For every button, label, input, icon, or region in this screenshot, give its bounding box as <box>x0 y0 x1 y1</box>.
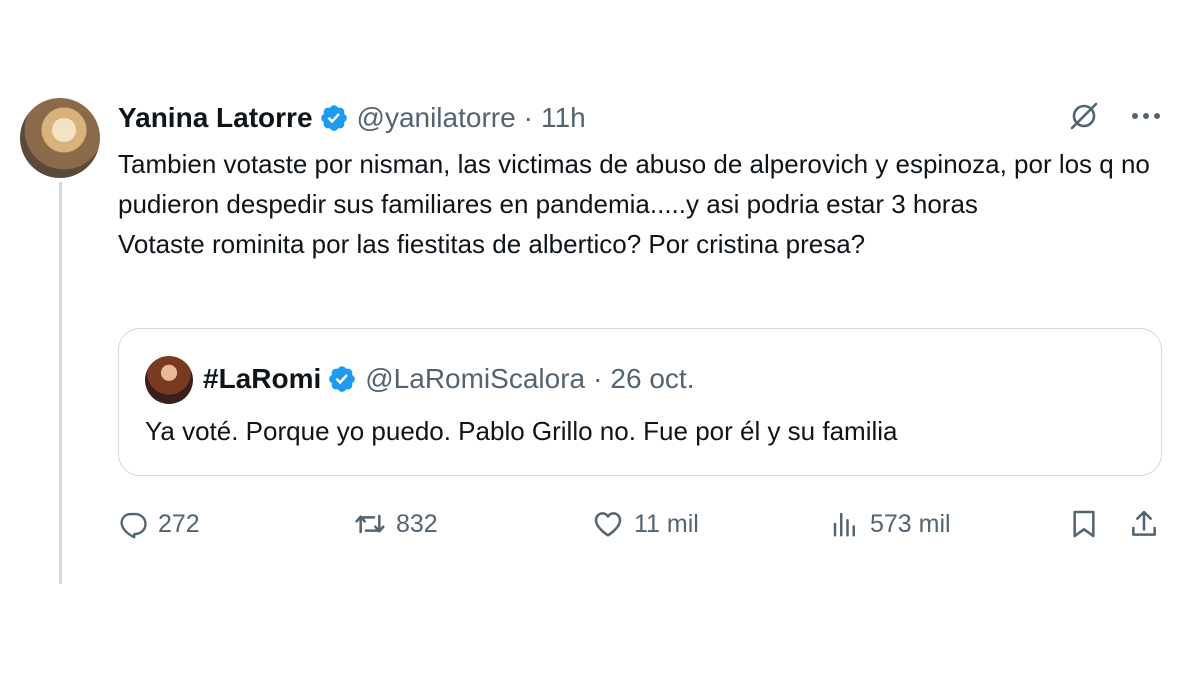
separator-dot: · <box>593 363 603 394</box>
tweet-text: Tambien votaste por nisman, las victimas… <box>118 144 1158 264</box>
verified-badge-icon <box>327 364 357 394</box>
quoted-header: #LaRomi @LaRomiScalora · 26 oct. <box>203 363 694 395</box>
tweet-text-paragraph: Votaste rominita por las fiestitas de al… <box>118 229 866 259</box>
repost-button[interactable]: 832 <box>354 502 438 546</box>
separator-dot: · <box>523 102 533 133</box>
quoted-tweet-time[interactable]: 26 oct. <box>610 363 694 395</box>
reply-icon <box>118 509 148 539</box>
quoted-author-handle[interactable]: @LaRomiScalora <box>365 363 585 395</box>
share-icon <box>1128 508 1160 540</box>
share-button[interactable] <box>1128 502 1160 546</box>
tweet-top-actions <box>1068 100 1162 132</box>
tweet-text-paragraph: Tambien votaste por nisman, las victimas… <box>118 149 1150 219</box>
author-handle[interactable]: @yanilatorre <box>357 102 516 134</box>
reply-count: 272 <box>158 509 200 538</box>
verified-badge-icon <box>319 103 349 133</box>
tweet-time[interactable]: 11h <box>541 102 586 134</box>
grok-icon[interactable] <box>1068 100 1100 132</box>
avatar[interactable] <box>20 98 100 178</box>
quoted-tweet-text: Ya voté. Porque yo puedo. Pablo Grillo n… <box>145 416 898 446</box>
quoted-avatar[interactable] <box>145 356 193 404</box>
bookmark-button[interactable] <box>1068 502 1100 546</box>
views-icon <box>830 509 860 539</box>
repost-icon <box>354 508 386 540</box>
repost-count: 832 <box>396 509 438 538</box>
reply-button[interactable]: 272 <box>118 502 200 546</box>
thread-line <box>59 182 62 584</box>
like-button[interactable]: 11 mil <box>592 502 699 546</box>
tweet-header: Yanina Latorre @yanilatorre · 11h <box>118 100 586 136</box>
action-bar: 272 832 11 mil 573 mil <box>118 502 1162 546</box>
views-count: 573 mil <box>870 509 951 538</box>
quoted-author-name[interactable]: #LaRomi <box>203 363 321 395</box>
author-name[interactable]: Yanina Latorre <box>118 102 313 134</box>
quoted-tweet[interactable]: #LaRomi @LaRomiScalora · 26 oct. Ya voté… <box>118 328 1162 476</box>
more-icon[interactable] <box>1130 110 1162 122</box>
like-count: 11 mil <box>634 509 699 538</box>
bookmark-icon <box>1068 508 1100 540</box>
views-button[interactable]: 573 mil <box>830 502 951 546</box>
heart-icon <box>592 508 624 540</box>
